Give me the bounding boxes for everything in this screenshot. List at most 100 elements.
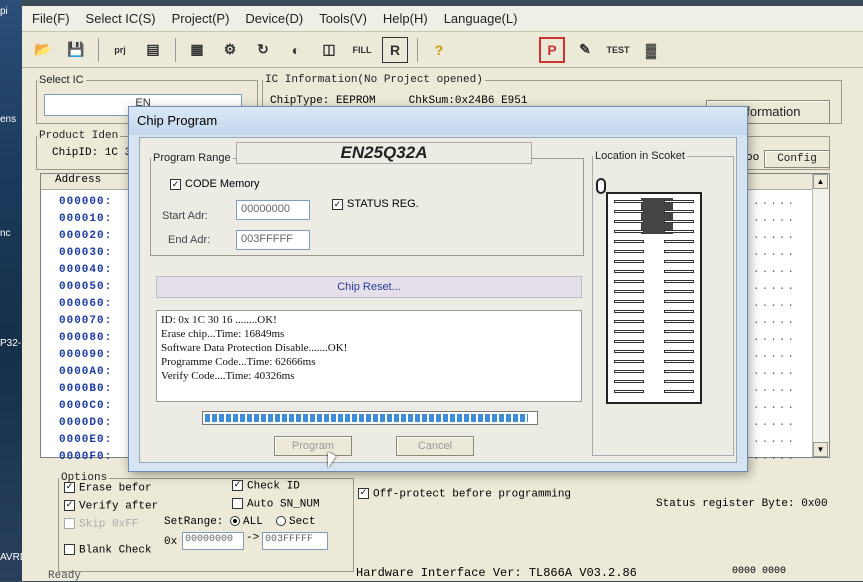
hex-data-dots: ..... — [753, 383, 797, 395]
log-line: Programme Code...Time: 62666ms — [161, 356, 316, 368]
skip-ff-option[interactable]: Skip 0xFF — [64, 518, 138, 530]
radio-sect-icon[interactable] — [276, 516, 287, 527]
open-icon[interactable]: 📂 — [30, 37, 56, 63]
hex-address: 0000F0: — [59, 451, 113, 463]
socket-pin — [664, 300, 694, 303]
off-protect-option[interactable]: ✓ Off-protect before programming — [358, 488, 571, 500]
socket-pin — [614, 320, 644, 323]
verify-after-label: Verify after — [79, 500, 159, 513]
save-icon[interactable]: 💾 — [63, 37, 89, 63]
hex-address: 000060: — [59, 298, 113, 310]
program-icon[interactable]: R — [382, 36, 408, 63]
ic-info-legend: IC Information(No Project opened) — [265, 74, 483, 86]
auto-sn-option[interactable]: Auto SN_NUM — [232, 498, 320, 510]
range-start-field[interactable]: 00000000 — [182, 532, 244, 550]
hex-data-dots: ..... — [753, 196, 797, 208]
hex-data-dots: ..... — [753, 298, 797, 310]
hex-address: 0000E0: — [59, 434, 113, 446]
menu-language[interactable]: Language(L) — [438, 11, 524, 26]
checkbox-icon: ✓ — [170, 178, 181, 190]
help-icon[interactable]: ? — [426, 37, 452, 63]
hex-address: 000020: — [59, 230, 113, 242]
hex-address: 000090: — [59, 349, 113, 361]
socket-pin — [614, 380, 644, 383]
read-icon[interactable]: ⚙ — [217, 37, 243, 63]
hex-data-dots: ..... — [753, 264, 797, 276]
save-project-icon[interactable]: prj — [107, 37, 133, 63]
socket-pin — [664, 270, 694, 273]
erase-icon[interactable]: ◫ — [316, 37, 342, 63]
menu-select-ic[interactable]: Select IC(S) — [80, 11, 162, 26]
socket-pin — [614, 290, 644, 293]
ox-label: 0x — [164, 536, 178, 548]
hex-data-dots: ..... — [753, 230, 797, 242]
socket-lever-icon — [596, 178, 606, 194]
range-end-field[interactable]: 003FFFFF — [262, 532, 328, 550]
cancel-button[interactable]: Cancel — [396, 436, 474, 456]
start-adr-field[interactable]: 00000000 — [236, 200, 310, 220]
menu-tools[interactable]: Tools(V) — [313, 11, 373, 26]
auto-sn-label: Auto SN_NUM — [247, 498, 320, 511]
program-range-legend: Program Range — [153, 152, 231, 164]
radio-all-icon[interactable] — [230, 516, 241, 527]
end-adr-label: End Adr: — [168, 234, 211, 246]
chip-icon — [641, 198, 673, 234]
menu-device[interactable]: Device(D) — [239, 11, 309, 26]
chip-info-icon[interactable]: ▦ — [184, 37, 210, 63]
config-button[interactable]: Config — [764, 150, 830, 168]
hex-address: 0000B0: — [59, 383, 113, 395]
protect-icon[interactable]: P — [539, 36, 565, 63]
socket-pin — [664, 200, 694, 203]
checkbox-icon: ✓ — [232, 480, 243, 491]
erase-before-option[interactable]: ✓ Erase befor — [64, 482, 152, 494]
counter: 0000 0000 — [732, 566, 787, 577]
scroll-up-icon[interactable]: ▲ — [813, 174, 828, 189]
toolbar-separator — [175, 37, 176, 62]
socket-pin — [614, 230, 644, 233]
hex-data-dots: ..... — [753, 434, 797, 446]
socket-pin — [664, 350, 694, 353]
fill-label: FILL — [352, 44, 372, 55]
verify-after-option[interactable]: ✓ Verify after — [64, 500, 158, 512]
hex-data-dots: ..... — [753, 366, 797, 378]
socket-pin — [614, 200, 644, 203]
verify-icon[interactable]: ↻ — [250, 37, 276, 63]
fill-icon[interactable]: FILL — [349, 37, 375, 63]
socket-pin — [664, 230, 694, 233]
menu-file[interactable]: File(F) — [26, 11, 76, 26]
desktop-label: P32- — [0, 338, 22, 349]
hex-scrollbar[interactable]: ▲ ▼ — [812, 174, 829, 457]
menu-help[interactable]: Help(H) — [377, 11, 434, 26]
menu-project[interactable]: Project(P) — [166, 11, 236, 26]
blank-check-icon[interactable]: ◐ — [283, 37, 309, 63]
socket-pin — [614, 240, 644, 243]
check-id-option[interactable]: ✓ Check ID — [232, 480, 300, 492]
socket-pin — [614, 370, 644, 373]
checkbox-icon: ✓ — [332, 198, 343, 210]
test-icon[interactable]: TEST — [605, 37, 631, 63]
blank-check-option[interactable]: Blank Check — [64, 544, 152, 556]
socket-pin — [614, 360, 644, 363]
edit-icon[interactable]: ✎ — [572, 37, 598, 63]
socket-pin — [664, 320, 694, 323]
hex-data-dots: ..... — [753, 332, 797, 344]
end-adr-field[interactable]: 003FFFFF — [236, 230, 310, 250]
hex-address: 000010: — [59, 213, 113, 225]
code-memory-option[interactable]: ✓ CODE Memory — [170, 178, 260, 190]
chip-icon[interactable]: ▓ — [638, 37, 664, 63]
chip-program-dialog: Chip Program Program Range EN25Q32A ✓ COD… — [128, 106, 748, 472]
prj-label: prj — [114, 44, 126, 55]
chip-name: EN25Q32A — [236, 142, 532, 164]
socket-pin — [664, 360, 694, 363]
program-button[interactable]: Program — [274, 436, 352, 456]
hex-address: 000030: — [59, 247, 113, 259]
hex-data-dots: ..... — [753, 451, 797, 463]
scroll-down-icon[interactable]: ▼ — [813, 442, 828, 457]
status-reg-option[interactable]: ✓ STATUS REG. — [332, 198, 419, 210]
load-project-icon[interactable]: ▤ — [140, 37, 166, 63]
socket-pin — [664, 380, 694, 383]
progress-fill — [205, 414, 529, 422]
all-label: ALL — [243, 516, 263, 528]
product-legend: Product Iden — [39, 130, 119, 142]
hex-data-dots: ..... — [753, 400, 797, 412]
